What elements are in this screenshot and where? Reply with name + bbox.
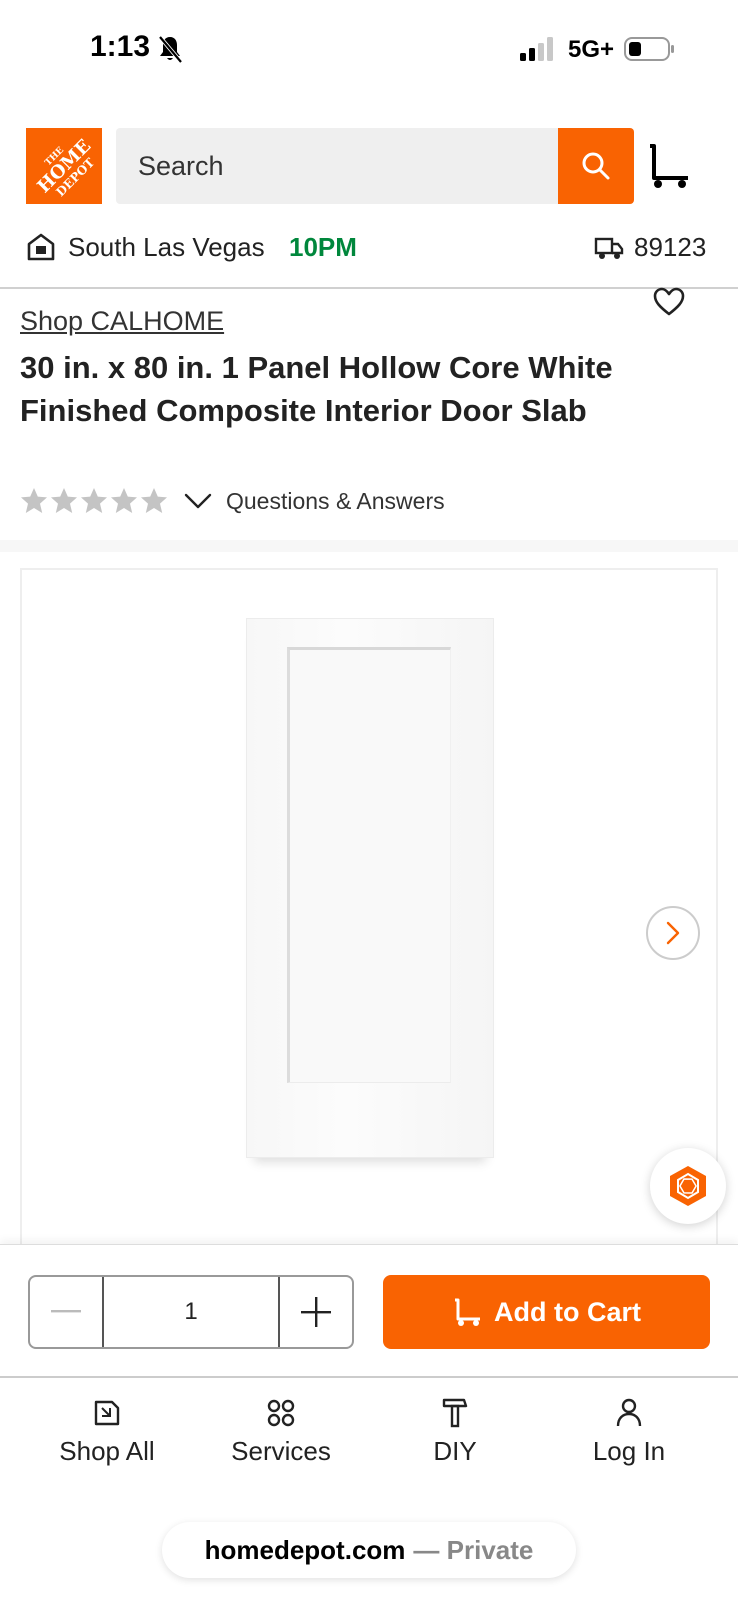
increase-quantity-button[interactable] <box>280 1277 352 1347</box>
services-icon <box>267 1399 295 1427</box>
nav-item-shop-all[interactable]: Shop All <box>22 1396 192 1467</box>
site-header: THE HOME DEPOT Search <box>0 128 738 204</box>
star-icon <box>81 488 107 513</box>
rating-row: Questions & Answers <box>20 484 445 518</box>
star-icon <box>141 488 167 513</box>
store-info-row: South Las Vegas 10PM 89123 <box>0 226 738 270</box>
bottom-nav: Shop All Services DIY Log In <box>0 1396 738 1486</box>
network-type: 5G+ <box>568 36 615 63</box>
url-private-mode: — Private <box>413 1535 533 1566</box>
nav-label: Log In <box>592 1436 666 1466</box>
battery-icon <box>624 37 674 61</box>
star-icon <box>21 488 47 513</box>
divider <box>0 1376 738 1378</box>
next-image-button[interactable] <box>646 906 700 960</box>
add-to-cart-button[interactable]: Add to Cart <box>383 1275 710 1349</box>
star-icon <box>51 488 77 513</box>
questions-answers-link[interactable]: Questions & Answers <box>226 488 445 515</box>
silent-bell-icon <box>158 35 183 64</box>
logo-mark: THE HOME DEPOT <box>26 128 102 204</box>
nav-label: Shop All <box>59 1436 155 1466</box>
search-button[interactable] <box>558 128 634 204</box>
browser-address-bar[interactable]: homedepot.com — Private <box>162 1522 576 1578</box>
shop-all-icon <box>94 1400 120 1426</box>
url-separator: — <box>413 1534 440 1565</box>
nav-label: Services <box>231 1436 331 1466</box>
divider <box>0 287 738 289</box>
search-icon <box>582 152 610 180</box>
store-icon[interactable] <box>26 232 56 262</box>
chevron-down-icon[interactable] <box>184 490 212 512</box>
favorite-heart-icon[interactable] <box>652 286 686 318</box>
url-domain: homedepot.com <box>204 1534 406 1565</box>
shop-brand-link[interactable]: Shop CALHOME <box>20 306 224 337</box>
product-image-gallery[interactable] <box>20 568 718 1248</box>
quantity-stepper: 1 <box>28 1275 354 1349</box>
delivery-zip[interactable]: 89123 <box>634 232 706 263</box>
chevron-right-icon <box>666 921 680 945</box>
user-icon <box>616 1398 642 1427</box>
nav-item-diy[interactable]: DIY <box>370 1396 540 1467</box>
door-panel <box>287 647 451 1083</box>
section-separator <box>0 540 738 552</box>
minus-icon <box>51 1310 81 1313</box>
nav-item-log-in[interactable]: Log In <box>544 1396 714 1467</box>
add-to-cart-bar: 1 Add to Cart <box>0 1244 738 1376</box>
clock: 1:13 <box>90 30 151 63</box>
cellular-signal-icon <box>520 37 553 61</box>
store-closing-time: 10PM <box>289 232 357 262</box>
nav-item-services[interactable]: Services <box>196 1396 366 1467</box>
hammer-icon <box>442 1398 468 1428</box>
search-input[interactable]: Search <box>116 128 558 204</box>
url-mode: Private <box>446 1534 534 1565</box>
cart-icon[interactable] <box>646 142 692 190</box>
decrease-quantity-button[interactable] <box>30 1277 104 1347</box>
status-bar: 1:13 5G+ <box>0 0 738 100</box>
search-placeholder: Search <box>138 151 224 181</box>
assistant-button[interactable] <box>650 1148 726 1224</box>
star-rating[interactable] <box>20 487 168 515</box>
door-product-image <box>246 618 494 1158</box>
add-to-cart-label: Add to Cart <box>494 1296 641 1327</box>
home-depot-logo[interactable]: THE HOME DEPOT <box>26 128 102 204</box>
cart-icon <box>455 1298 480 1326</box>
store-name[interactable]: South Las Vegas <box>68 232 265 263</box>
plus-icon <box>301 1297 331 1327</box>
assistant-hexagon-icon <box>670 1166 706 1206</box>
star-icon <box>111 488 137 513</box>
nav-label: DIY <box>433 1436 477 1466</box>
delivery-truck-icon[interactable] <box>594 234 624 262</box>
quantity-input[interactable]: 1 <box>104 1277 280 1347</box>
product-title: 30 in. x 80 in. 1 Panel Hollow Core Whit… <box>20 350 613 428</box>
